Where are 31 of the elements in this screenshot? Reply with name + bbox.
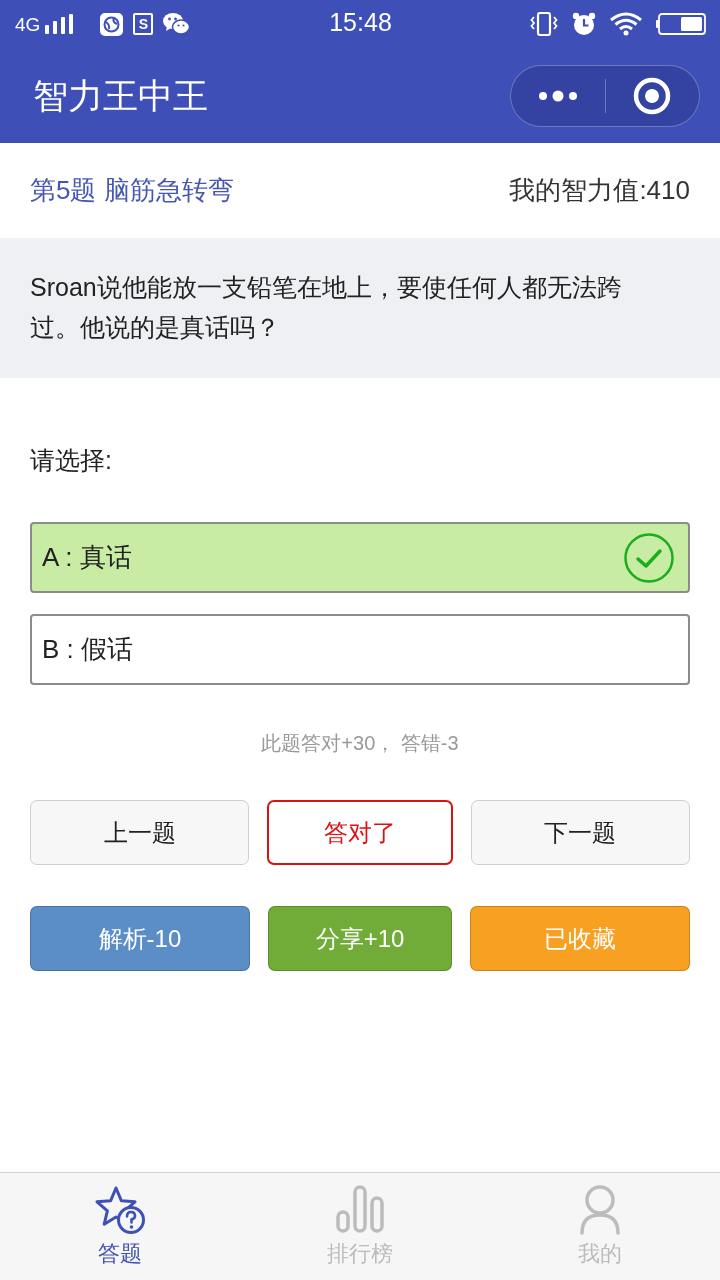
wifi-icon <box>610 12 642 36</box>
app-title: 智力王中王 <box>33 74 209 117</box>
question-text: Sroan说他能放一支铅笔在地上，要使任何人都无法跨过。他说的是真话吗？ <box>30 272 623 343</box>
score-rule-text: 此题答对+30， 答错-3 <box>261 731 459 756</box>
answer-option[interactable]: B : 假话 <box>30 614 690 685</box>
tab-bar-item[interactable]: 答题 <box>0 1173 240 1280</box>
answer-result-button[interactable]: 答对了 <box>267 800 453 865</box>
next-question-button[interactable]: 下一题 <box>470 800 690 865</box>
score-label: 我的智力值:410 <box>509 174 690 207</box>
signal-icon <box>44 14 75 34</box>
explanation-button[interactable]: 解析-10 <box>30 906 250 971</box>
alarm-clock-icon <box>572 12 596 36</box>
target-icon <box>633 76 672 115</box>
more-dots-icon <box>537 89 578 102</box>
answer-option[interactable]: A : 真话 <box>30 522 690 593</box>
check-circle-icon <box>624 532 674 583</box>
previous-question-button[interactable]: 上一题 <box>30 800 250 865</box>
status-time: 15:48 <box>329 8 392 36</box>
tab-label: 我的 <box>578 1240 622 1268</box>
tab-label: 排行榜 <box>327 1240 393 1268</box>
choose-prompt: 请选择: <box>30 445 113 475</box>
network-type: 4G <box>15 14 41 34</box>
vibrate-icon <box>530 12 558 36</box>
share-button[interactable]: 分享+10 <box>267 906 453 971</box>
chat-bubbles-icon <box>163 12 191 36</box>
battery-icon <box>656 13 706 35</box>
bar-chart-icon <box>334 1183 386 1235</box>
question-number-category: 第5题 脑筋急转弯 <box>30 174 234 207</box>
tab-label: 答题 <box>98 1240 142 1268</box>
globe-app-icon <box>100 12 124 36</box>
notification-icon: S <box>133 13 154 35</box>
